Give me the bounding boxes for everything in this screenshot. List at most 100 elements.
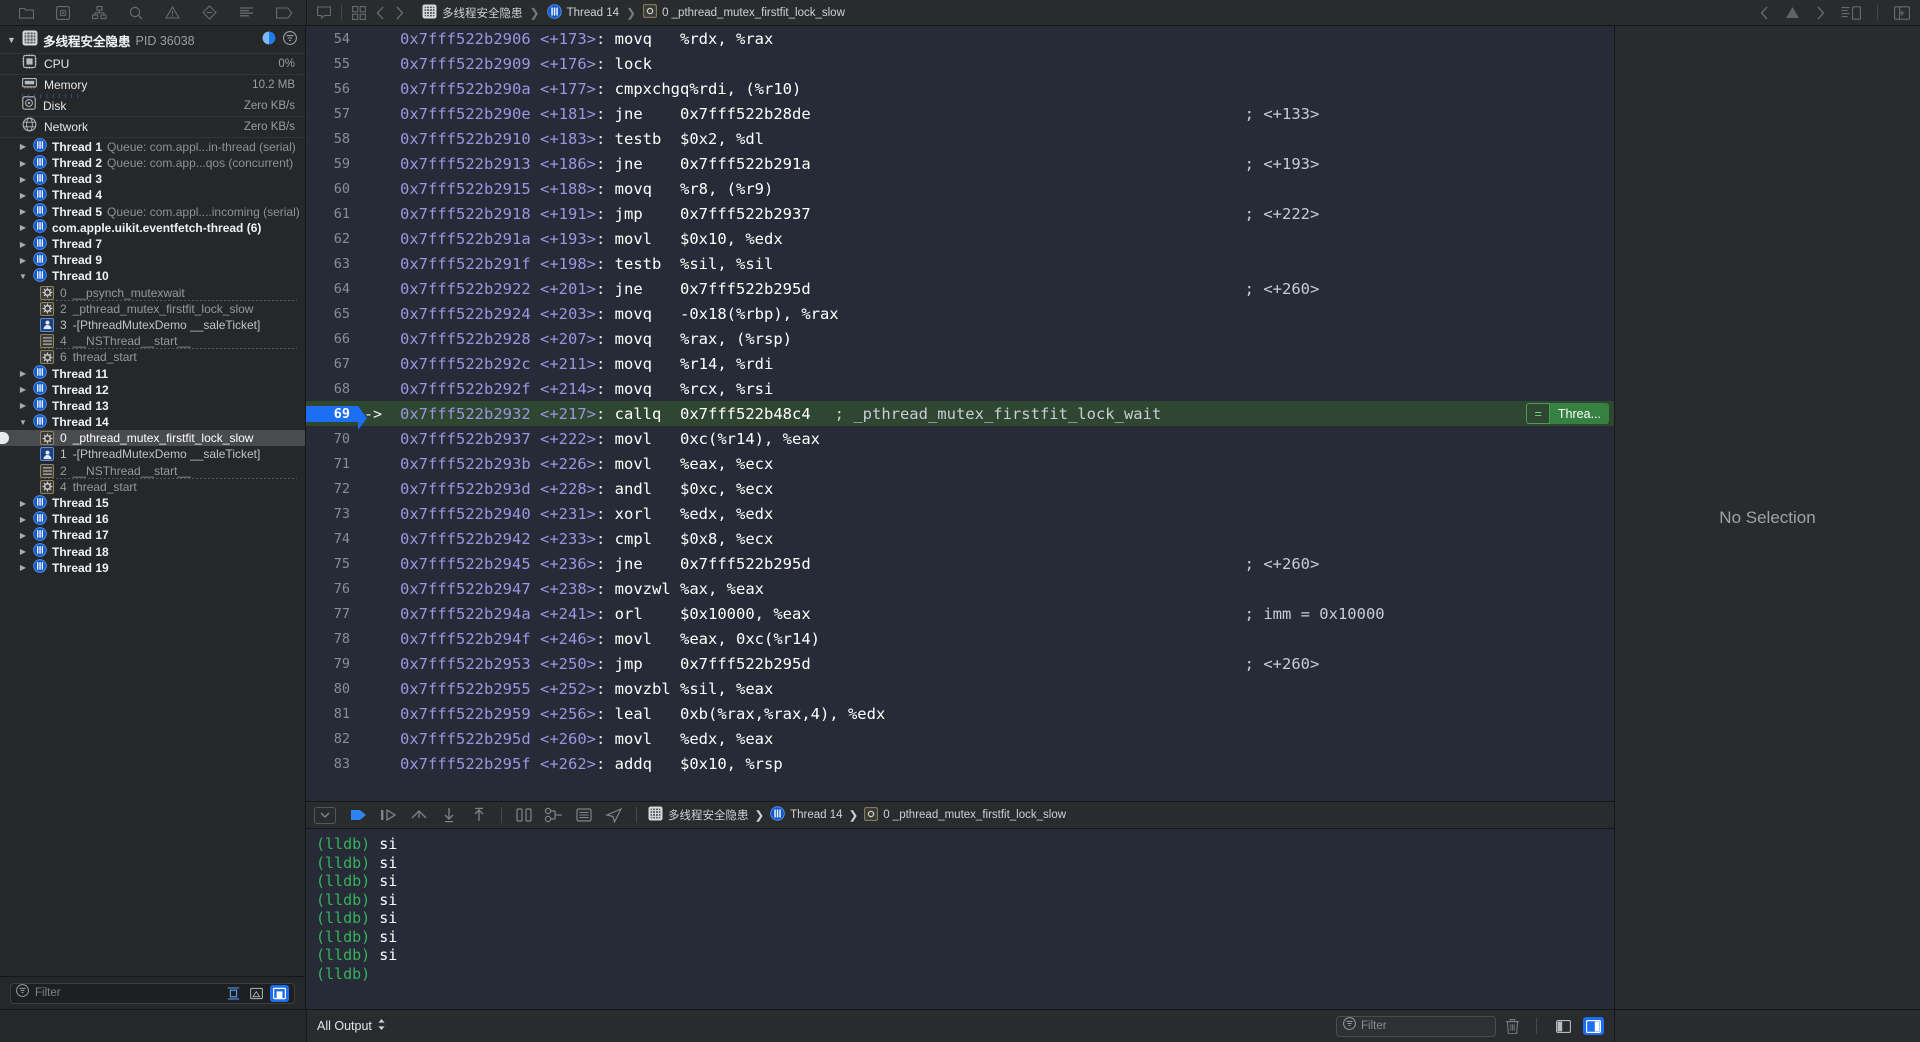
filter-circle-icon[interactable]: [283, 31, 297, 50]
code-line[interactable]: 72 0x7fff522b293d <+228>: andl $0xc, %ecx: [306, 476, 1614, 501]
code-line[interactable]: 77 0x7fff522b294a <+241>: orl $0x10000, %…: [306, 601, 1614, 626]
step-out-button[interactable]: [434, 802, 464, 828]
navigator-scroll-area[interactable]: ▼ 多线程安全隐患 PID 36038 CPU 0% Memory 10.2 M…: [0, 26, 305, 976]
code-line[interactable]: 76 0x7fff522b2947 <+238>: movzwl %ax, %ea…: [306, 576, 1614, 601]
navigator-filter-field[interactable]: Filter: [10, 982, 295, 1004]
thread-disclosure-triangle[interactable]: ▶: [18, 256, 28, 265]
gauge-row-disk[interactable]: Disk Zero KB/s: [0, 95, 305, 116]
thread-row[interactable]: ▶ Thread 19: [0, 559, 305, 576]
code-line[interactable]: 70 0x7fff522b2937 <+222>: movl 0xc(%r14),…: [306, 426, 1614, 451]
assistant-editor-icon[interactable]: [1841, 5, 1861, 20]
code-line-current[interactable]: 69 -> 0x7fff522b2932 <+217>: callq 0x7fff5…: [306, 401, 1614, 430]
code-line[interactable]: 57 0x7fff522b290e <+181>: jne 0x7fff522b2…: [306, 101, 1614, 126]
code-line[interactable]: 54 0x7fff522b2906 <+173>: movq %rdx, %rax: [306, 26, 1614, 51]
line-number[interactable]: 58: [306, 131, 358, 147]
thread-disclosure-triangle[interactable]: ▶: [18, 240, 28, 249]
thread-row[interactable]: ▶ Thread 2 Queue: com.app...qos (concurren…: [0, 154, 305, 171]
code-line[interactable]: 74 0x7fff522b2942 <+233>: cmpl $0x8, %ecx: [306, 526, 1614, 551]
related-items-icon[interactable]: [317, 6, 331, 19]
code-line[interactable]: 68 0x7fff522b292f <+214>: movq %rcx, %rsi: [306, 376, 1614, 401]
breadcrumb-frame[interactable]: 0 _pthread_mutex_firstfit_lock_slow: [643, 4, 845, 21]
stack-frame-row[interactable]: 3 -[PthreadMutexDemo __saleTicket]: [0, 317, 305, 333]
code-line[interactable]: 80 0x7fff522b2955 <+252>: movzbl %sil, %e…: [306, 676, 1614, 701]
line-number[interactable]: 77: [306, 606, 358, 622]
breadcrumb-thread[interactable]: Thread 14: [546, 3, 619, 22]
code-line[interactable]: 63 0x7fff522b291f <+198>: testb %sil, %si…: [306, 251, 1614, 276]
line-number[interactable]: 61: [306, 206, 358, 222]
stack-frame-row[interactable]: 2 _pthread_mutex_firstfit_lock_slow: [0, 301, 305, 317]
thread-disclosure-triangle[interactable]: ▶: [18, 401, 28, 410]
thread-row[interactable]: ▶ Thread 13: [0, 397, 305, 414]
code-line[interactable]: 56 0x7fff522b290a <+177>: cmpxchgq%rdi, (…: [306, 76, 1614, 101]
test-navigator-icon[interactable]: [202, 5, 217, 20]
toggle-console-pane-button[interactable]: [1553, 1017, 1574, 1035]
code-line[interactable]: 62 0x7fff522b291a <+193>: movl $0x10, %ed…: [306, 226, 1614, 251]
simulate-location-button[interactable]: [599, 802, 629, 828]
code-line[interactable]: 83 0x7fff522b295f <+262>: addq $0x10, %rs…: [306, 751, 1614, 776]
thread-annotation-pill[interactable]: = Threa...: [1526, 403, 1609, 424]
stack-frame-row[interactable]: 0 _pthread_mutex_firstfit_lock_slow: [0, 430, 305, 447]
breadcrumb-project[interactable]: 多线程安全隐患: [422, 4, 523, 22]
forward-chevron-icon[interactable]: [395, 6, 404, 20]
console-output[interactable]: (lldb) si (lldb) si (lldb) si (lldb) si (lld…: [306, 829, 1614, 1009]
stack-frame-row[interactable]: 1 -[PthreadMutexDemo __saleTicket]: [0, 446, 305, 462]
stack-frame-row[interactable]: 4 thread_start: [0, 479, 305, 495]
hide-debug-area-button[interactable]: [314, 806, 336, 824]
add-editor-icon[interactable]: [1894, 5, 1910, 20]
line-number[interactable]: 54: [306, 31, 358, 47]
thread-disclosure-triangle[interactable]: ▶: [18, 515, 28, 524]
debug-navigator-icon[interactable]: [239, 6, 254, 19]
chevron-left-icon[interactable]: [1760, 6, 1769, 20]
thread-disclosure-triangle[interactable]: ▶: [18, 385, 28, 394]
thread-disclosure-triangle[interactable]: ▶: [18, 531, 28, 540]
thread-row[interactable]: ▶ Thread 12: [0, 381, 305, 398]
line-number[interactable]: 67: [306, 356, 358, 372]
toggle-variables-pane-button[interactable]: [1583, 1017, 1604, 1035]
line-number[interactable]: 69: [306, 405, 367, 430]
debug-memory-graph-button[interactable]: [539, 802, 569, 828]
folder-icon[interactable]: [19, 6, 34, 19]
line-number[interactable]: 56: [306, 81, 358, 97]
thread-row[interactable]: ▼ Thread 10: [0, 268, 305, 284]
continue-button[interactable]: [344, 802, 374, 828]
warning-triangle-icon[interactable]: [1785, 6, 1800, 19]
code-line[interactable]: 59 0x7fff522b2913 <+186>: jne 0x7fff522b2…: [306, 151, 1614, 176]
environment-overrides-button[interactable]: [569, 802, 599, 828]
line-number[interactable]: 62: [306, 231, 358, 247]
line-number[interactable]: 73: [306, 506, 358, 522]
code-line[interactable]: 64 0x7fff522b2922 <+201>: jne 0x7fff522b2…: [306, 276, 1614, 301]
debugbar-breadcrumb-project[interactable]: 多线程安全隐患: [648, 806, 749, 824]
code-line[interactable]: 75 0x7fff522b2945 <+236>: jne 0x7fff522b2…: [306, 551, 1614, 576]
code-line[interactable]: 58 0x7fff522b2910 <+183>: testb $0x2, %dl: [306, 126, 1614, 151]
gauge-row-memory[interactable]: Memory 10.2 MB: [0, 74, 305, 98]
thread-row[interactable]: ▶ Thread 1 Queue: com.appl...in-thread (se…: [0, 137, 305, 155]
code-line[interactable]: 61 0x7fff522b2918 <+191>: jmp 0x7fff522b2…: [306, 201, 1614, 226]
thread-disclosure-triangle[interactable]: ▶: [18, 223, 28, 232]
thread-row[interactable]: ▶ Thread 18: [0, 543, 305, 560]
thread-row[interactable]: ▼ Thread 14: [0, 413, 305, 430]
gauge-row-network[interactable]: Network Zero KB/s: [0, 116, 305, 137]
line-number[interactable]: 74: [306, 531, 358, 547]
line-number[interactable]: 71: [306, 456, 358, 472]
thread-disclosure-triangle[interactable]: ▶: [18, 369, 28, 378]
line-number[interactable]: 72: [306, 481, 358, 497]
line-number[interactable]: 65: [306, 306, 358, 322]
thread-disclosure-triangle[interactable]: ▶: [18, 142, 28, 151]
step-over-button[interactable]: [374, 802, 404, 828]
thread-disclosure-triangle[interactable]: ▼: [18, 418, 28, 427]
thread-row[interactable]: ▶ Thread 16: [0, 510, 305, 527]
show-only-crashed-threads-button[interactable]: [247, 985, 266, 1002]
thread-row[interactable]: ▶ Thread 15: [0, 494, 305, 511]
thread-disclosure-triangle[interactable]: ▼: [18, 272, 28, 281]
code-line[interactable]: 73 0x7fff522b2940 <+231>: xorl %edx, %edx: [306, 501, 1614, 526]
debug-view-hierarchy-button[interactable]: [509, 802, 539, 828]
code-line[interactable]: 67 0x7fff522b292c <+211>: movq %r14, %rdi: [306, 351, 1614, 376]
code-line[interactable]: 78 0x7fff522b294f <+246>: movl %eax, 0xc(…: [306, 626, 1614, 651]
line-number[interactable]: 79: [306, 656, 358, 672]
thread-row[interactable]: ▶ Thread 9: [0, 251, 305, 268]
thread-disclosure-triangle[interactable]: ▶: [18, 207, 28, 216]
thread-row[interactable]: ▶ Thread 11: [0, 365, 305, 381]
debugbar-breadcrumb-frame[interactable]: 0 _pthread_mutex_firstfit_lock_slow: [864, 806, 1066, 824]
stack-frame-row[interactable]: 4 __NSThread__start__: [0, 333, 305, 350]
output-scope-selector[interactable]: All Output: [317, 1018, 386, 1034]
